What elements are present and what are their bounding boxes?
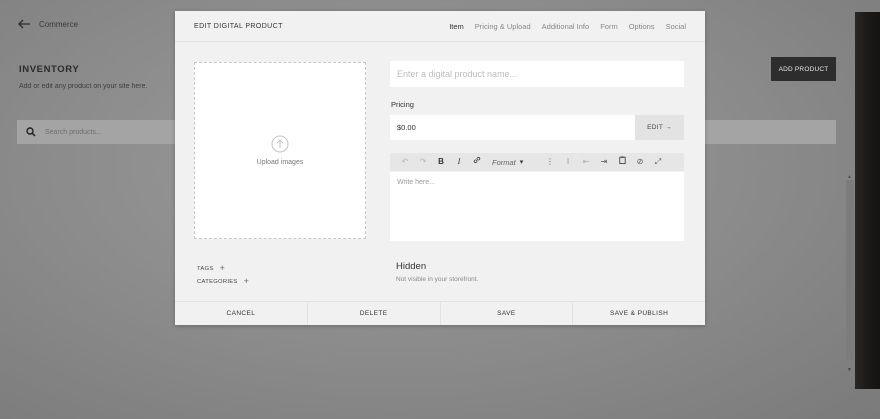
add-product-button[interactable]: ADD PRODUCT: [771, 57, 836, 81]
arrow-up-circle-icon: [271, 135, 289, 153]
side-preview-panel: [855, 12, 880, 389]
tab-pricing-upload[interactable]: Pricing & Upload: [475, 22, 531, 31]
upload-label: Upload images: [256, 159, 304, 166]
tab-form[interactable]: Form: [600, 22, 618, 31]
dialog-footer: CANCEL DELETE SAVE SAVE & PUBLISH: [175, 301, 705, 325]
unordered-list-icon[interactable]: ⁝: [559, 153, 577, 171]
chevron-down-icon: ▾: [519, 159, 524, 166]
search-placeholder: Search products...: [45, 128, 102, 136]
format-dropdown[interactable]: Format ▾: [492, 158, 538, 167]
save-button[interactable]: SAVE: [440, 302, 574, 325]
format-label: Format: [492, 157, 516, 167]
undo-icon[interactable]: ↶: [396, 153, 414, 171]
add-category-plus-icon[interactable]: +: [244, 277, 250, 286]
dialog-tabs: Item Pricing & Upload Additional Info Fo…: [449, 22, 686, 31]
price-field[interactable]: $0.00: [390, 115, 635, 140]
visibility-description: Not visible in your storefront.: [396, 276, 479, 283]
page-subtitle: Add or edit any product on your site her…: [19, 83, 148, 90]
tags-row[interactable]: TAGS +: [197, 264, 225, 273]
back-link[interactable]: Commerce: [18, 19, 78, 29]
visibility-toggle[interactable]: Hidden: [396, 261, 426, 272]
categories-label: CATEGORIES: [197, 278, 238, 285]
editor-toolbar: ↶ ↷ B I Format ▾ ⋮ ⁝ ⇤ ⇥ ⊘ ⤢: [390, 153, 684, 171]
outdent-icon[interactable]: ⇤: [577, 153, 595, 171]
search-icon: [26, 127, 36, 137]
tab-social[interactable]: Social: [666, 22, 686, 31]
tab-additional-info[interactable]: Additional Info: [542, 22, 590, 31]
link-icon[interactable]: [468, 153, 486, 171]
description-editor[interactable]: Write here...: [390, 172, 684, 241]
tab-item[interactable]: Item: [449, 22, 464, 31]
clear-format-icon[interactable]: ⊘: [631, 153, 649, 171]
cancel-button[interactable]: CANCEL: [175, 302, 308, 325]
expand-icon[interactable]: ⤢: [649, 153, 667, 171]
add-tag-plus-icon[interactable]: +: [220, 264, 226, 273]
dialog-header: EDIT DIGITAL PRODUCT Item Pricing & Uplo…: [175, 11, 705, 42]
edit-product-dialog: EDIT DIGITAL PRODUCT Item Pricing & Uplo…: [175, 11, 705, 325]
page-title: INVENTORY: [19, 64, 80, 75]
arrow-left-icon: [18, 19, 30, 29]
paste-icon[interactable]: [613, 153, 631, 171]
italic-icon[interactable]: I: [450, 153, 468, 171]
product-name-input[interactable]: [390, 61, 684, 87]
categories-row[interactable]: CATEGORIES +: [197, 277, 249, 286]
bold-icon[interactable]: B: [432, 153, 450, 171]
tags-label: TAGS: [197, 265, 214, 272]
scroll-down-arrow-icon[interactable]: ▼: [847, 367, 852, 373]
indent-icon[interactable]: ⇥: [595, 153, 613, 171]
edit-pricing-button[interactable]: EDIT →: [635, 115, 684, 140]
back-link-label: Commerce: [39, 19, 79, 29]
dialog-title: EDIT DIGITAL PRODUCT: [194, 22, 283, 30]
pricing-label: Pricing: [391, 100, 414, 109]
save-publish-button[interactable]: SAVE & PUBLISH: [573, 302, 705, 325]
delete-button[interactable]: DELETE: [307, 302, 441, 325]
tab-options[interactable]: Options: [629, 22, 655, 31]
image-upload-area[interactable]: Upload images: [194, 62, 366, 239]
redo-icon[interactable]: ↷: [414, 153, 432, 171]
ordered-list-icon[interactable]: ⋮: [541, 153, 559, 171]
scrollbar[interactable]: [846, 180, 854, 360]
